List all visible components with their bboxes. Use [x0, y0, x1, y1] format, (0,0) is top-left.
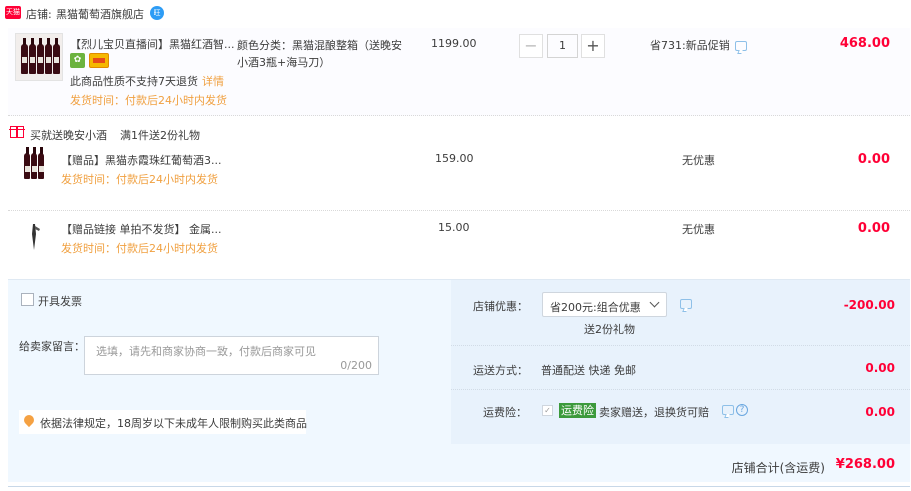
shop-discount-select[interactable]: 省200元:组合优惠	[542, 292, 667, 317]
bulb-badge-icon: ✿	[70, 53, 85, 68]
tmall-badge-icon: 天猫	[5, 6, 21, 19]
promo-info-icon[interactable]	[735, 41, 747, 51]
discount-info-icon[interactable]	[680, 299, 692, 309]
detail-link[interactable]: 详情	[202, 75, 224, 88]
help-icon[interactable]: ?	[736, 404, 748, 416]
shop-discount-row: 店铺优惠： 省200元:组合优惠 送2份礼物 -200.00	[451, 280, 910, 346]
invoice-label[interactable]: 开具发票	[38, 293, 82, 309]
promo-text: 省731:新品促销	[650, 39, 730, 52]
insurance-row: 运费险： ✓ 运费险 卖家赠送，退换货可赔 ? 0.00	[451, 390, 910, 444]
quantity-stepper: − 1 +	[519, 34, 605, 58]
message-placeholder: 选填，请先和商家协商一致，付款后商家可见	[96, 345, 316, 358]
shipping-row: 运送方式： 普通配送 快递 免邮 0.00	[451, 346, 910, 390]
gift-icon	[9, 126, 25, 138]
gift-group-rule: 满1件送2份礼物	[120, 129, 200, 142]
increase-button[interactable]: +	[581, 34, 605, 58]
gift-thumbnail[interactable]	[18, 220, 50, 252]
bottom-divider	[8, 486, 910, 487]
order-summary-panel: 店铺优惠： 省200元:组合优惠 送2份礼物 -200.00 运送方式： 普通配…	[451, 280, 910, 444]
insurance-amount: 0.00	[865, 405, 895, 419]
insurance-tag: 运费险	[559, 403, 596, 418]
gift-discount: 无优惠	[682, 223, 715, 236]
unit-price: 1199.00	[431, 37, 477, 50]
gift-unit-price: 15.00	[438, 221, 470, 234]
shop-total-label: 店铺合计(含运费)	[731, 461, 825, 475]
corkscrew-icon	[32, 224, 40, 250]
chevron-down-icon	[649, 297, 660, 308]
product-thumbnail[interactable]	[15, 33, 63, 81]
shop-total-row: 店铺合计(含运费) ¥268.00	[8, 447, 910, 483]
shop-total-value: ¥268.00	[835, 457, 895, 472]
cart-item-main: 【烈儿宝贝直播间】黑猫红酒智... ✿ 此商品性质不支持7天退货 详情 发货时间：…	[8, 28, 910, 116]
gift-ship-time: 发货时间：付款后24小时内发货	[61, 242, 218, 255]
shop-discount-selected: 省200元:组合优惠	[550, 301, 641, 314]
insurance-desc: 卖家赠送，退换货可赔	[599, 406, 709, 419]
ship-time: 发货时间：付款后24小时内发货	[70, 94, 227, 107]
gift-title-link[interactable]: 【赠品链接 单拍不发货】 金属...	[61, 221, 221, 237]
law-notice: 依据法律规定，18周岁以下未成年人限制购买此类商品	[19, 410, 307, 434]
shipping-amount: 0.00	[865, 361, 895, 375]
shipping-label: 运送方式：	[473, 364, 528, 377]
message-textarea[interactable]: 选填，请先和商家协商一致，付款后商家可见 0/200	[84, 336, 379, 375]
shipping-method: 普通配送 快递 免邮	[541, 364, 636, 377]
gift-item: 【赠品】黑猫赤霞珠红葡萄酒3... 发货时间：付款后24小时内发货 159.00…	[8, 145, 910, 211]
insurance-checkbox[interactable]: ✓	[542, 405, 553, 416]
shop-header: 天猫 店铺: 黑猫葡萄酒旗舰店 旺	[0, 0, 911, 26]
insurance-chat-icon[interactable]	[722, 405, 734, 415]
sku-info: 颜色分类：黑猫混酿整箱（送晚安小酒3瓶+海马刀）	[237, 39, 402, 69]
gift-title-link[interactable]: 【赠品】黑猫赤霞珠红葡萄酒3...	[61, 152, 222, 168]
shop-discount-label: 店铺优惠：	[473, 300, 528, 313]
shop-discount-amount: -200.00	[843, 298, 895, 312]
law-notice-text: 依据法律规定，18周岁以下未成年人限制购买此类商品	[40, 417, 307, 430]
gift-group-title: 买就送晚安小酒	[30, 129, 107, 142]
decrease-button[interactable]: −	[519, 34, 543, 58]
no-return-notice: 此商品性质不支持7天退货 详情	[70, 73, 224, 89]
gift-amount: 0.00	[857, 152, 890, 167]
gift-amount: 0.00	[857, 221, 890, 236]
message-char-count: 0/200	[340, 359, 372, 372]
item-amount: 468.00	[839, 36, 890, 51]
invoice-checkbox[interactable]	[21, 293, 34, 306]
location-pin-icon	[21, 412, 37, 428]
product-title-link[interactable]: 【烈儿宝贝直播间】黑猫红酒智...	[70, 36, 240, 52]
quantity-input[interactable]: 1	[547, 34, 578, 58]
wangwang-chat-icon[interactable]: 旺	[150, 6, 164, 20]
order-footer: 开具发票 给卖家留言： 选填，请先和商家协商一致，付款后商家可见 0/200 依…	[8, 279, 910, 482]
shop-name-link[interactable]: 黑猫葡萄酒旗舰店	[56, 6, 144, 22]
shop-label: 店铺:	[26, 8, 52, 21]
gift-item: 【赠品链接 单拍不发货】 金属... 发货时间：付款后24小时内发货 15.00…	[8, 214, 910, 280]
gift-ship-time: 发货时间：付款后24小时内发货	[61, 173, 218, 186]
gift-note: 送2份礼物	[584, 323, 635, 336]
gift-unit-price: 159.00	[435, 152, 474, 165]
message-label: 给卖家留言：	[19, 340, 85, 353]
card-badge-icon	[89, 53, 109, 68]
no-return-text: 此商品性质不支持7天退货	[70, 75, 198, 88]
gift-discount: 无优惠	[682, 154, 715, 167]
gift-thumbnail[interactable]	[18, 147, 50, 183]
insurance-label: 运费险：	[483, 406, 527, 419]
